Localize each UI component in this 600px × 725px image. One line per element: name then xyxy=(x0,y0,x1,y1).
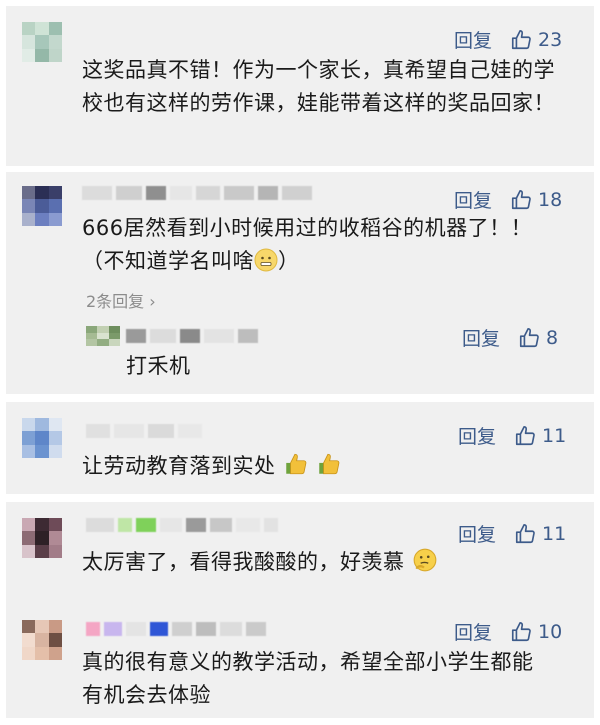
comment-actions: 回复 11 xyxy=(458,422,566,449)
comment-card-4: 回复 11 太厉害了，看得我酸酸的，好羡慕 回复 10 真的很有意义的教学活动，… xyxy=(6,502,594,718)
comment-actions: 回复 23 xyxy=(454,26,562,53)
reply-button[interactable]: 回复 xyxy=(454,186,492,213)
thumbs-up-icon xyxy=(515,425,535,445)
thumbs-up-icon xyxy=(519,327,539,347)
avatar[interactable] xyxy=(22,22,62,62)
avatar[interactable] xyxy=(22,620,62,660)
thumbs-up-emoji-icon xyxy=(319,453,340,475)
thumbs-up-icon xyxy=(511,189,531,209)
username xyxy=(86,424,202,438)
like-count: 11 xyxy=(542,424,567,447)
like-button[interactable]: 8 xyxy=(518,327,558,349)
comment-card-3: 回复 11 让劳动教育落到实处 xyxy=(6,402,594,494)
sub-reply-actions: 回复 8 xyxy=(462,324,558,351)
like-button[interactable]: 11 xyxy=(514,425,566,447)
avatar[interactable] xyxy=(22,418,62,458)
comment-text: 这奖品真不错！作为一个家长，真希望自己娃的学校也有这样的劳作课，娃能带着这样的奖… xyxy=(82,58,555,115)
comment-text: 太厉害了，看得我酸酸的，好羡慕 xyxy=(82,546,438,579)
reply-button[interactable]: 回复 xyxy=(462,324,500,351)
username xyxy=(82,186,312,200)
comment-text: 真的很有意义的教学活动，希望全部小学生都能有机会去体验 xyxy=(82,650,534,707)
like-count: 8 xyxy=(546,326,559,349)
avatar[interactable] xyxy=(22,186,62,226)
sub-reply-text: 打禾机 xyxy=(126,354,191,378)
chevron-right-icon: › xyxy=(144,292,156,311)
reply-button[interactable]: 回复 xyxy=(454,618,492,645)
comment-text-line-1: 666居然看到小时候用过的收稻谷的机器了！！ xyxy=(82,216,533,240)
username xyxy=(86,518,278,532)
comment-text-line-2-b: ） xyxy=(278,249,300,273)
like-count: 10 xyxy=(538,620,563,643)
like-button[interactable]: 23 xyxy=(510,29,562,51)
comment-text-body: 让劳动教育落到实处 xyxy=(82,454,276,478)
thumbs-up-icon xyxy=(515,523,535,543)
reply-button[interactable]: 回复 xyxy=(458,422,496,449)
reply-button[interactable]: 回复 xyxy=(454,26,492,53)
comment-text-body: 太厉害了，看得我酸酸的，好羡慕 xyxy=(82,550,405,574)
thumbs-up-icon xyxy=(511,621,531,641)
comment-text: 666居然看到小时候用过的收稻谷的机器了！！ （不知道学名叫啥 ） xyxy=(82,212,582,278)
like-button[interactable]: 18 xyxy=(510,189,562,211)
like-count: 18 xyxy=(538,188,563,211)
comment-card-1: 回复 23 这奖品真不错！作为一个家长，真希望自己娃的学校也有这样的劳作课，娃能… xyxy=(6,6,594,166)
thumbs-up-icon xyxy=(511,29,531,49)
comment-actions: 回复 11 xyxy=(458,520,566,547)
comment-text-line-2-a: （不知道学名叫啥 xyxy=(82,249,254,273)
comment-actions: 回复 10 xyxy=(454,618,562,645)
replies-count-label: 2条回复 xyxy=(86,292,145,311)
reply-button[interactable]: 回复 xyxy=(458,520,496,547)
like-count: 11 xyxy=(542,522,567,545)
thumbs-up-emoji-icon xyxy=(285,453,307,475)
comment-card-2: 回复 18 666居然看到小时候用过的收稻谷的机器了！！ （不知道学名叫啥 ） 2… xyxy=(6,172,594,394)
username xyxy=(86,622,266,636)
thinking-emoji-icon xyxy=(413,548,437,572)
grimace-emoji-icon xyxy=(254,248,278,272)
avatar[interactable] xyxy=(86,326,120,346)
like-count: 23 xyxy=(538,28,563,51)
username xyxy=(126,329,258,343)
like-button[interactable]: 11 xyxy=(514,523,566,545)
avatar[interactable] xyxy=(22,518,62,558)
comment-text: 让劳动教育落到实处 xyxy=(82,450,342,483)
view-replies-link[interactable]: 2条回复 › xyxy=(86,288,156,312)
comment-text-line-2: （不知道学名叫啥 ） xyxy=(82,245,582,278)
comment-actions: 回复 18 xyxy=(454,186,562,213)
like-button[interactable]: 10 xyxy=(510,621,562,643)
